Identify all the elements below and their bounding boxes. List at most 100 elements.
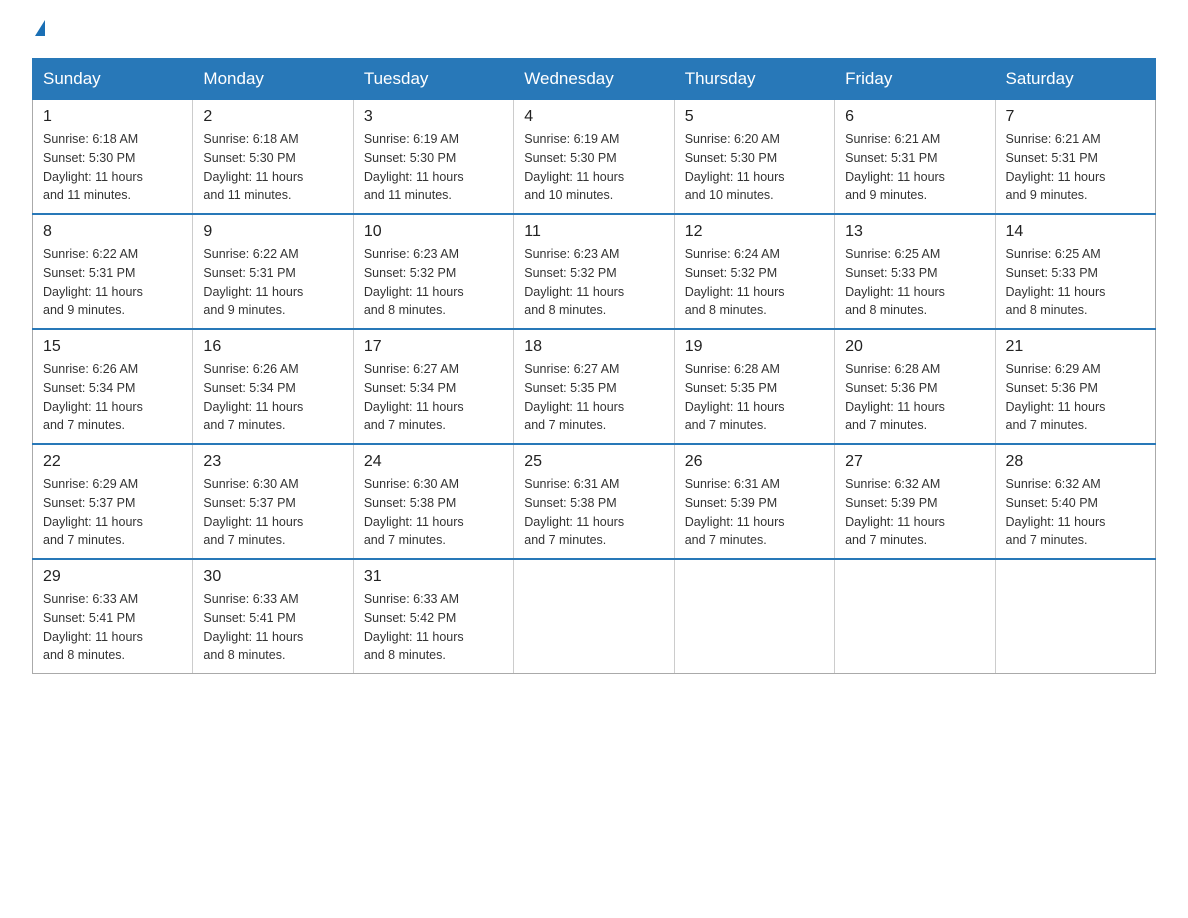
calendar-cell: 31 Sunrise: 6:33 AMSunset: 5:42 PMDayligh… <box>353 559 513 674</box>
day-info: Sunrise: 6:26 AMSunset: 5:34 PMDaylight:… <box>43 360 182 435</box>
day-number: 25 <box>524 453 663 471</box>
day-info: Sunrise: 6:33 AMSunset: 5:41 PMDaylight:… <box>43 590 182 665</box>
day-info: Sunrise: 6:31 AMSunset: 5:39 PMDaylight:… <box>685 475 824 550</box>
day-info: Sunrise: 6:24 AMSunset: 5:32 PMDaylight:… <box>685 245 824 320</box>
day-info: Sunrise: 6:27 AMSunset: 5:35 PMDaylight:… <box>524 360 663 435</box>
day-number: 6 <box>845 108 984 126</box>
day-info: Sunrise: 6:20 AMSunset: 5:30 PMDaylight:… <box>685 130 824 205</box>
day-number: 1 <box>43 108 182 126</box>
calendar-week-row: 22 Sunrise: 6:29 AMSunset: 5:37 PMDayligh… <box>33 444 1156 559</box>
weekday-header-sunday: Sunday <box>33 59 193 100</box>
weekday-header-friday: Friday <box>835 59 995 100</box>
day-number: 10 <box>364 223 503 241</box>
day-number: 31 <box>364 568 503 586</box>
page-header <box>32 24 1156 40</box>
calendar-cell: 5 Sunrise: 6:20 AMSunset: 5:30 PMDaylight… <box>674 100 834 215</box>
day-number: 27 <box>845 453 984 471</box>
day-info: Sunrise: 6:26 AMSunset: 5:34 PMDaylight:… <box>203 360 342 435</box>
day-info: Sunrise: 6:18 AMSunset: 5:30 PMDaylight:… <box>43 130 182 205</box>
day-number: 30 <box>203 568 342 586</box>
day-number: 4 <box>524 108 663 126</box>
calendar-week-row: 15Sunrise: 6:26 AMSunset: 5:34 PMDayligh… <box>33 329 1156 444</box>
day-info: Sunrise: 6:27 AMSunset: 5:34 PMDaylight:… <box>364 360 503 435</box>
day-number: 20 <box>845 338 984 356</box>
day-number: 5 <box>685 108 824 126</box>
calendar-week-row: 1 Sunrise: 6:18 AMSunset: 5:30 PMDaylight… <box>33 100 1156 215</box>
calendar-cell: 14 Sunrise: 6:25 AMSunset: 5:33 PMDayligh… <box>995 214 1155 329</box>
day-info: Sunrise: 6:29 AMSunset: 5:36 PMDaylight:… <box>1006 360 1145 435</box>
day-info: Sunrise: 6:32 AMSunset: 5:40 PMDaylight:… <box>1006 475 1145 550</box>
day-number: 17 <box>364 338 503 356</box>
day-info: Sunrise: 6:33 AMSunset: 5:42 PMDaylight:… <box>364 590 503 665</box>
day-number: 23 <box>203 453 342 471</box>
calendar-cell: 27 Sunrise: 6:32 AMSunset: 5:39 PMDayligh… <box>835 444 995 559</box>
calendar-cell <box>835 559 995 674</box>
day-number: 9 <box>203 223 342 241</box>
calendar-cell: 3 Sunrise: 6:19 AMSunset: 5:30 PMDaylight… <box>353 100 513 215</box>
day-number: 12 <box>685 223 824 241</box>
calendar-cell: 23 Sunrise: 6:30 AMSunset: 5:37 PMDayligh… <box>193 444 353 559</box>
calendar-table: SundayMondayTuesdayWednesdayThursdayFrid… <box>32 58 1156 674</box>
calendar-cell: 9 Sunrise: 6:22 AMSunset: 5:31 PMDaylight… <box>193 214 353 329</box>
day-info: Sunrise: 6:31 AMSunset: 5:38 PMDaylight:… <box>524 475 663 550</box>
day-info: Sunrise: 6:29 AMSunset: 5:37 PMDaylight:… <box>43 475 182 550</box>
day-info: Sunrise: 6:19 AMSunset: 5:30 PMDaylight:… <box>524 130 663 205</box>
day-number: 21 <box>1006 338 1145 356</box>
day-number: 18 <box>524 338 663 356</box>
calendar-week-row: 29Sunrise: 6:33 AMSunset: 5:41 PMDayligh… <box>33 559 1156 674</box>
day-number: 19 <box>685 338 824 356</box>
calendar-cell: 4 Sunrise: 6:19 AMSunset: 5:30 PMDaylight… <box>514 100 674 215</box>
calendar-cell: 6 Sunrise: 6:21 AMSunset: 5:31 PMDaylight… <box>835 100 995 215</box>
calendar-cell: 7Sunrise: 6:21 AMSunset: 5:31 PMDaylight… <box>995 100 1155 215</box>
calendar-cell: 20 Sunrise: 6:28 AMSunset: 5:36 PMDayligh… <box>835 329 995 444</box>
day-number: 14 <box>1006 223 1145 241</box>
calendar-cell: 2 Sunrise: 6:18 AMSunset: 5:30 PMDaylight… <box>193 100 353 215</box>
calendar-cell: 24 Sunrise: 6:30 AMSunset: 5:38 PMDayligh… <box>353 444 513 559</box>
calendar-cell: 18 Sunrise: 6:27 AMSunset: 5:35 PMDayligh… <box>514 329 674 444</box>
calendar-cell: 21 Sunrise: 6:29 AMSunset: 5:36 PMDayligh… <box>995 329 1155 444</box>
calendar-cell: 22 Sunrise: 6:29 AMSunset: 5:37 PMDayligh… <box>33 444 193 559</box>
day-info: Sunrise: 6:30 AMSunset: 5:38 PMDaylight:… <box>364 475 503 550</box>
day-info: Sunrise: 6:23 AMSunset: 5:32 PMDaylight:… <box>364 245 503 320</box>
day-info: Sunrise: 6:25 AMSunset: 5:33 PMDaylight:… <box>1006 245 1145 320</box>
calendar-cell: 30 Sunrise: 6:33 AMSunset: 5:41 PMDayligh… <box>193 559 353 674</box>
calendar-cell: 17 Sunrise: 6:27 AMSunset: 5:34 PMDayligh… <box>353 329 513 444</box>
day-info: Sunrise: 6:32 AMSunset: 5:39 PMDaylight:… <box>845 475 984 550</box>
calendar-cell: 16Sunrise: 6:26 AMSunset: 5:34 PMDayligh… <box>193 329 353 444</box>
day-info: Sunrise: 6:30 AMSunset: 5:37 PMDaylight:… <box>203 475 342 550</box>
day-info: Sunrise: 6:28 AMSunset: 5:35 PMDaylight:… <box>685 360 824 435</box>
day-number: 22 <box>43 453 182 471</box>
day-number: 28 <box>1006 453 1145 471</box>
calendar-cell: 28 Sunrise: 6:32 AMSunset: 5:40 PMDayligh… <box>995 444 1155 559</box>
day-number: 13 <box>845 223 984 241</box>
calendar-header-row: SundayMondayTuesdayWednesdayThursdayFrid… <box>33 59 1156 100</box>
calendar-cell <box>674 559 834 674</box>
day-info: Sunrise: 6:21 AMSunset: 5:31 PMDaylight:… <box>845 130 984 205</box>
calendar-cell <box>514 559 674 674</box>
calendar-cell: 26Sunrise: 6:31 AMSunset: 5:39 PMDayligh… <box>674 444 834 559</box>
calendar-cell: 29Sunrise: 6:33 AMSunset: 5:41 PMDayligh… <box>33 559 193 674</box>
calendar-cell: 13 Sunrise: 6:25 AMSunset: 5:33 PMDayligh… <box>835 214 995 329</box>
day-info: Sunrise: 6:19 AMSunset: 5:30 PMDaylight:… <box>364 130 503 205</box>
calendar-cell: 11Sunrise: 6:23 AMSunset: 5:32 PMDayligh… <box>514 214 674 329</box>
weekday-header-saturday: Saturday <box>995 59 1155 100</box>
calendar-cell: 8 Sunrise: 6:22 AMSunset: 5:31 PMDaylight… <box>33 214 193 329</box>
day-info: Sunrise: 6:25 AMSunset: 5:33 PMDaylight:… <box>845 245 984 320</box>
day-info: Sunrise: 6:21 AMSunset: 5:31 PMDaylight:… <box>1006 130 1145 205</box>
day-number: 3 <box>364 108 503 126</box>
calendar-cell: 10 Sunrise: 6:23 AMSunset: 5:32 PMDayligh… <box>353 214 513 329</box>
day-number: 2 <box>203 108 342 126</box>
day-info: Sunrise: 6:33 AMSunset: 5:41 PMDaylight:… <box>203 590 342 665</box>
day-number: 8 <box>43 223 182 241</box>
day-info: Sunrise: 6:22 AMSunset: 5:31 PMDaylight:… <box>203 245 342 320</box>
weekday-header-tuesday: Tuesday <box>353 59 513 100</box>
calendar-cell: 15Sunrise: 6:26 AMSunset: 5:34 PMDayligh… <box>33 329 193 444</box>
day-info: Sunrise: 6:23 AMSunset: 5:32 PMDaylight:… <box>524 245 663 320</box>
day-info: Sunrise: 6:22 AMSunset: 5:31 PMDaylight:… <box>43 245 182 320</box>
day-number: 24 <box>364 453 503 471</box>
weekday-header-thursday: Thursday <box>674 59 834 100</box>
day-info: Sunrise: 6:28 AMSunset: 5:36 PMDaylight:… <box>845 360 984 435</box>
calendar-week-row: 8 Sunrise: 6:22 AMSunset: 5:31 PMDaylight… <box>33 214 1156 329</box>
calendar-cell: 25 Sunrise: 6:31 AMSunset: 5:38 PMDayligh… <box>514 444 674 559</box>
day-info: Sunrise: 6:18 AMSunset: 5:30 PMDaylight:… <box>203 130 342 205</box>
